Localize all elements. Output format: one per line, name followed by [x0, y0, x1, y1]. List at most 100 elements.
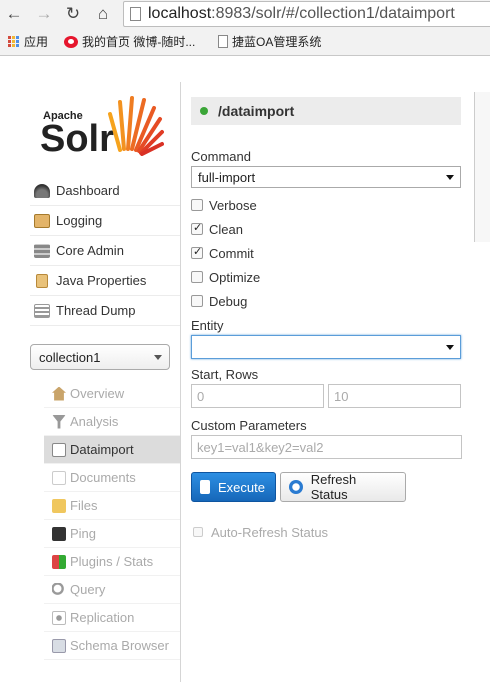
sun-logo-icon [108, 96, 164, 156]
nav-label: Core Admin [56, 243, 124, 258]
core-selector-value: collection1 [39, 349, 101, 365]
browser-chrome: ← → ↻ ⌂ localhost:8983/solr/#/collection… [0, 0, 490, 56]
java-properties-icon [36, 273, 48, 288]
nav-core-admin[interactable]: Core Admin [30, 236, 180, 266]
documents-icon [52, 470, 66, 485]
bookmark-oa[interactable]: 捷蓝OA管理系统 [218, 33, 321, 50]
custom-parameters-input[interactable]: key1=val1&key2=val2 [191, 435, 462, 459]
dataimport-panel: /dataimport [191, 97, 461, 125]
document-import-icon [52, 442, 66, 457]
core-menu-label: Replication [70, 610, 135, 625]
auto-refresh-option[interactable]: Auto-Refresh Status [193, 523, 328, 541]
execute-button[interactable]: Execute [191, 472, 276, 502]
nav-dashboard[interactable]: Dashboard [30, 176, 180, 206]
clean-option[interactable]: Clean [191, 220, 243, 238]
debug-option[interactable]: Debug [191, 292, 247, 310]
refresh-label: Refresh Status [310, 472, 357, 502]
address-bar[interactable]: localhost:8983/solr/#/collection1/dataim… [123, 1, 490, 27]
custom-parameters-label: Custom Parameters [191, 418, 307, 433]
option-label: Commit [209, 245, 254, 261]
commit-checkbox[interactable] [191, 245, 203, 259]
core-menu-documents[interactable]: Documents [44, 464, 180, 492]
option-label: Debug [209, 293, 248, 309]
right-column [474, 92, 490, 242]
bookmark-weibo[interactable]: 我的首页 微博-随时... [64, 33, 195, 50]
core-admin-icon [34, 243, 50, 258]
command-value: full-import [198, 169, 256, 185]
nav-label: Thread Dump [56, 303, 136, 318]
core-menu-overview[interactable]: Overview [44, 380, 180, 408]
plugins-icon [52, 554, 66, 569]
nav-thread-dump[interactable]: Thread Dump [30, 296, 180, 326]
entity-select[interactable] [191, 335, 461, 359]
nav-divider [180, 82, 181, 682]
home-icon [52, 386, 66, 401]
dataimport-header: /dataimport [191, 97, 461, 125]
core-menu-analysis[interactable]: Analysis [44, 408, 180, 436]
start-rows-label: Start, Rows [191, 367, 259, 382]
nav-java-properties[interactable]: Java Properties [30, 266, 180, 296]
auto-refresh-label: Auto-Refresh Status [211, 524, 329, 540]
verbose-option[interactable]: Verbose [191, 196, 257, 214]
command-select[interactable]: full-import [191, 166, 461, 188]
apps-grid-icon [8, 35, 20, 48]
address-url: localhost:8983/solr/#/collection1/dataim… [148, 5, 455, 22]
refresh-icon [289, 480, 303, 494]
main-nav: Dashboard Logging Core Admin Java Proper… [30, 176, 180, 326]
status-dot-icon [200, 107, 208, 115]
home-icon[interactable]: ⌂ [93, 4, 113, 24]
folder-icon [52, 498, 66, 513]
forward-arrow-icon[interactable]: → [34, 4, 54, 24]
core-menu-ping[interactable]: Ping [44, 520, 180, 548]
core-menu-query[interactable]: Query [44, 576, 180, 604]
core-menu-dataimport[interactable]: Dataimport [44, 436, 180, 464]
bookmark-label: 我的首页 微博-随时... [82, 35, 196, 49]
entity-label: Entity [191, 318, 224, 333]
custom-parameters-placeholder: key1=val1&key2=val2 [197, 439, 324, 455]
core-selector[interactable]: collection1 [30, 344, 170, 370]
core-menu-label: Plugins / Stats [70, 554, 154, 569]
option-label: Clean [209, 221, 243, 237]
nav-label: Dashboard [56, 183, 120, 198]
refresh-status-button[interactable]: Refresh Status [280, 472, 406, 502]
magnifier-icon [52, 582, 66, 597]
bookmark-apps[interactable]: 应用 [8, 33, 48, 50]
auto-refresh-checkbox[interactable] [193, 527, 203, 537]
verbose-checkbox[interactable] [191, 199, 203, 211]
core-menu-plugins[interactable]: Plugins / Stats [44, 548, 180, 576]
optimize-option[interactable]: Optimize [191, 268, 260, 286]
core-menu-label: Dataimport [70, 442, 134, 457]
command-label: Command [191, 149, 251, 164]
dashboard-icon [34, 183, 50, 198]
chevron-down-icon [446, 175, 454, 180]
back-arrow-icon[interactable]: ← [4, 4, 24, 24]
solr-logo[interactable]: Apache Solr [40, 92, 165, 160]
rows-input[interactable]: 10 [328, 384, 461, 408]
debug-checkbox[interactable] [191, 295, 203, 307]
core-menu: Overview Analysis Dataimport Documents F… [44, 380, 180, 660]
optimize-checkbox[interactable] [191, 271, 203, 283]
execute-label: Execute [218, 479, 265, 495]
chevron-down-icon [446, 345, 454, 350]
option-label: Optimize [209, 269, 261, 285]
ping-monitor-icon [52, 526, 66, 541]
chevron-down-icon [154, 355, 162, 360]
start-input[interactable]: 0 [191, 384, 324, 408]
core-menu-files[interactable]: Files [44, 492, 180, 520]
schema-book-icon [52, 638, 66, 653]
core-menu-schema-browser[interactable]: Schema Browser [44, 632, 180, 660]
weibo-icon [64, 35, 78, 48]
bookmark-label: 应用 [24, 35, 49, 49]
reload-icon[interactable]: ↻ [63, 4, 83, 24]
core-menu-label: Analysis [70, 414, 119, 429]
nav-logging[interactable]: Logging [30, 206, 180, 236]
commit-option[interactable]: Commit [191, 244, 254, 262]
clean-checkbox[interactable] [191, 221, 203, 235]
core-menu-replication[interactable]: Replication [44, 604, 180, 632]
bookmark-label: 捷蓝OA管理系统 [232, 35, 322, 49]
thread-dump-icon [34, 303, 50, 318]
funnel-icon [52, 414, 66, 429]
bookmarks-bar: 应用 我的首页 微博-随时... 捷蓝OA管理系统 [0, 30, 490, 52]
core-menu-label: Schema Browser [70, 638, 169, 653]
core-menu-label: Query [70, 582, 106, 597]
